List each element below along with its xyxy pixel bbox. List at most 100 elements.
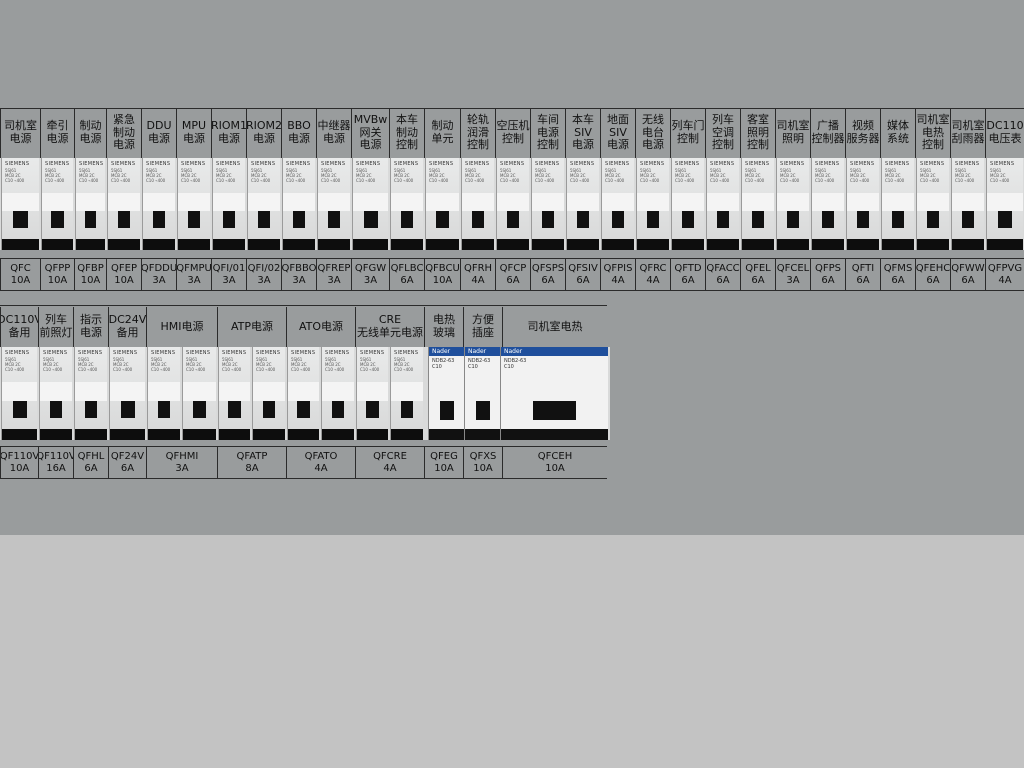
breaker-spec-text: 5SJ61 MCB 2C C10 ⌁400 (605, 168, 625, 183)
nader-circuit-breaker[interactable]: Nader NDB2-63 C10 (428, 347, 464, 440)
breaker-toggle-lever[interactable] (576, 211, 590, 228)
breaker-toggle-lever[interactable] (49, 400, 63, 418)
breaker-toggle-lever[interactable] (157, 400, 171, 418)
miniature-circuit-breaker[interactable]: SIEMENS 5SJ61 MCB 2C C10 ⌁400 (461, 158, 494, 250)
breaker-toggle-lever[interactable] (363, 211, 378, 228)
miniature-circuit-breaker[interactable]: SIEMENS 5SJ61 MCB 2C C10 ⌁400 (496, 158, 529, 250)
miniature-circuit-breaker[interactable]: SIEMENS 5SJ61 MCB 2C C10 ⌁400 (1, 158, 39, 250)
miniature-circuit-breaker[interactable]: SIEMENS 5SJ61 MCB 2C C10 ⌁400 (147, 347, 180, 440)
miniature-circuit-breaker[interactable]: SIEMENS 5SJ61 MCB 2C C10 ⌁400 (566, 158, 599, 250)
breaker-toggle-lever[interactable] (786, 211, 800, 228)
breaker-toggle-lever[interactable] (228, 400, 241, 418)
breaker-terminal-base (213, 238, 245, 250)
breaker-toggle-lever[interactable] (856, 211, 870, 228)
miniature-circuit-breaker[interactable]: SIEMENS 5SJ61 MCB 2C C10 ⌁400 (741, 158, 774, 250)
miniature-circuit-breaker[interactable]: SIEMENS 5SJ61 MCB 2C C10 ⌁400 (531, 158, 564, 250)
miniature-circuit-breaker[interactable]: SIEMENS 5SJ61 MCB 2C C10 ⌁400 (601, 158, 634, 250)
breaker-toggle-lever[interactable] (533, 400, 576, 420)
miniature-circuit-breaker[interactable]: SIEMENS 5SJ61 MCB 2C C10 ⌁400 (425, 158, 459, 250)
miniature-circuit-breaker[interactable]: SIEMENS 5SJ61 MCB 2C C10 ⌁400 (356, 347, 388, 440)
miniature-circuit-breaker[interactable]: SIEMENS 5SJ61 MCB 2C C10 ⌁400 (75, 158, 105, 250)
breaker-toggle-lever[interactable] (297, 400, 310, 418)
breaker-toggle-lever[interactable] (471, 211, 485, 228)
miniature-circuit-breaker[interactable]: SIEMENS 5SJ61 MCB 2C C10 ⌁400 (252, 347, 285, 440)
breaker-toggle-lever[interactable] (681, 211, 695, 228)
miniature-circuit-breaker[interactable]: SIEMENS 5SJ61 MCB 2C C10 ⌁400 (317, 158, 350, 250)
miniature-circuit-breaker[interactable]: SIEMENS 5SJ61 MCB 2C C10 ⌁400 (881, 158, 914, 250)
miniature-circuit-breaker[interactable]: SIEMENS 5SJ61 MCB 2C C10 ⌁400 (776, 158, 809, 250)
miniature-circuit-breaker[interactable]: SIEMENS 5SJ61 MCB 2C C10 ⌁400 (41, 158, 73, 250)
miniature-circuit-breaker[interactable]: SIEMENS 5SJ61 MCB 2C C10 ⌁400 (282, 158, 315, 250)
breaker-toggle-lever[interactable] (751, 211, 765, 228)
miniature-circuit-breaker[interactable]: SIEMENS 5SJ61 MCB 2C C10 ⌁400 (671, 158, 704, 250)
miniature-circuit-breaker[interactable]: SIEMENS 5SJ61 MCB 2C C10 ⌁400 (212, 158, 245, 250)
breaker-toggle-lever[interactable] (891, 211, 905, 228)
miniature-circuit-breaker[interactable]: SIEMENS 5SJ61 MCB 2C C10 ⌁400 (182, 347, 216, 440)
breaker-toggle-lever[interactable] (435, 211, 450, 228)
breaker-toggle-lever[interactable] (506, 211, 520, 228)
breaker-toggle-lever[interactable] (120, 400, 135, 418)
miniature-circuit-breaker[interactable]: SIEMENS 5SJ61 MCB 2C C10 ⌁400 (846, 158, 879, 250)
row2-breaker-rating: QFHL 6A (73, 446, 108, 478)
miniature-circuit-breaker[interactable]: SIEMENS 5SJ61 MCB 2C C10 ⌁400 (218, 347, 250, 440)
miniature-circuit-breaker[interactable]: SIEMENS 5SJ61 MCB 2C C10 ⌁400 (107, 158, 140, 250)
breaker-toggle-lever[interactable] (366, 400, 379, 418)
breaker-toggle-lever[interactable] (961, 211, 975, 228)
nader-circuit-breaker[interactable]: Nader NDB2-63 C10 (464, 347, 500, 440)
miniature-circuit-breaker[interactable]: SIEMENS 5SJ61 MCB 2C C10 ⌁400 (142, 158, 175, 250)
miniature-circuit-breaker[interactable]: SIEMENS 5SJ61 MCB 2C C10 ⌁400 (390, 347, 423, 440)
breaker-face (110, 382, 145, 401)
miniature-circuit-breaker[interactable]: SIEMENS 5SJ61 MCB 2C C10 ⌁400 (177, 158, 210, 250)
breaker-toggle-lever[interactable] (439, 400, 454, 420)
breaker-toggle-lever[interactable] (117, 211, 131, 228)
breaker-terminal-base (183, 428, 216, 440)
breaker-toggle-lever[interactable] (187, 211, 201, 228)
miniature-circuit-breaker[interactable]: SIEMENS 5SJ61 MCB 2C C10 ⌁400 (287, 347, 319, 440)
miniature-circuit-breaker[interactable]: SIEMENS 5SJ61 MCB 2C C10 ⌁400 (636, 158, 669, 250)
miniature-circuit-breaker[interactable]: SIEMENS 5SJ61 MCB 2C C10 ⌁400 (74, 347, 107, 440)
breaker-toggle-lever[interactable] (292, 211, 306, 228)
miniature-circuit-breaker[interactable]: SIEMENS 5SJ61 MCB 2C C10 ⌁400 (109, 347, 145, 440)
breaker-toggle-lever[interactable] (222, 211, 236, 228)
breaker-terminal-base (283, 238, 315, 250)
miniature-circuit-breaker[interactable]: SIEMENS 5SJ61 MCB 2C C10 ⌁400 (1, 347, 37, 440)
breaker-toggle-lever[interactable] (646, 211, 660, 228)
breaker-toggle-lever[interactable] (926, 211, 940, 228)
miniature-circuit-breaker[interactable]: SIEMENS 5SJ61 MCB 2C C10 ⌁400 (321, 347, 354, 440)
row2-breaker-rating: QFHMI 3A (146, 446, 217, 478)
miniature-circuit-breaker[interactable]: SIEMENS 5SJ61 MCB 2C C10 ⌁400 (951, 158, 984, 250)
breaker-toggle-lever[interactable] (84, 211, 97, 228)
breaker-face (462, 192, 494, 212)
miniature-circuit-breaker[interactable]: SIEMENS 5SJ61 MCB 2C C10 ⌁400 (986, 158, 1023, 250)
miniature-circuit-breaker[interactable]: SIEMENS 5SJ61 MCB 2C C10 ⌁400 (811, 158, 844, 250)
miniature-circuit-breaker[interactable]: SIEMENS 5SJ61 MCB 2C C10 ⌁400 (706, 158, 739, 250)
breaker-toggle-lever[interactable] (262, 400, 276, 418)
miniature-circuit-breaker[interactable]: SIEMENS 5SJ61 MCB 2C C10 ⌁400 (390, 158, 423, 250)
breaker-toggle-lever[interactable] (51, 211, 64, 228)
breaker-toggle-lever[interactable] (257, 211, 271, 228)
miniature-circuit-breaker[interactable]: SIEMENS 5SJ61 MCB 2C C10 ⌁400 (247, 158, 280, 250)
breaker-toggle-lever[interactable] (152, 211, 166, 228)
breaker-spec-text: 5SJ61 MCB 2C C10 ⌁400 (850, 168, 870, 183)
breaker-toggle-lever[interactable] (13, 211, 28, 228)
breaker-toggle-lever[interactable] (12, 400, 27, 418)
breaker-toggle-lever[interactable] (541, 211, 555, 228)
breaker-toggle-lever[interactable] (997, 211, 1013, 228)
breaker-toggle-lever[interactable] (400, 211, 414, 228)
breaker-toggle-lever[interactable] (821, 211, 835, 228)
breaker-toggle-lever[interactable] (475, 400, 490, 420)
breaker-toggle-lever[interactable] (716, 211, 730, 228)
breaker-toggle-lever[interactable] (331, 400, 345, 418)
brand-logo: SIEMENS (745, 161, 770, 167)
breaker-toggle-lever[interactable] (84, 400, 98, 418)
breaker-toggle-lever[interactable] (400, 400, 414, 418)
nader-circuit-breaker[interactable]: Nader NDB2-63 C10 (500, 347, 608, 440)
miniature-circuit-breaker[interactable]: SIEMENS 5SJ61 MCB 2C C10 ⌁400 (352, 158, 388, 250)
row2-circuit-label: CRE 无线单元电源 (355, 307, 424, 347)
miniature-circuit-breaker[interactable]: SIEMENS 5SJ61 MCB 2C C10 ⌁400 (916, 158, 949, 250)
miniature-circuit-breaker[interactable]: SIEMENS 5SJ61 MCB 2C C10 ⌁400 (39, 347, 72, 440)
breaker-toggle-lever[interactable] (192, 400, 207, 418)
breaker-toggle-lever[interactable] (611, 211, 625, 228)
breaker-toggle-lever[interactable] (327, 211, 341, 228)
breaker-spec-text: 5SJ61 MCB 2C C10 ⌁400 (325, 357, 345, 372)
